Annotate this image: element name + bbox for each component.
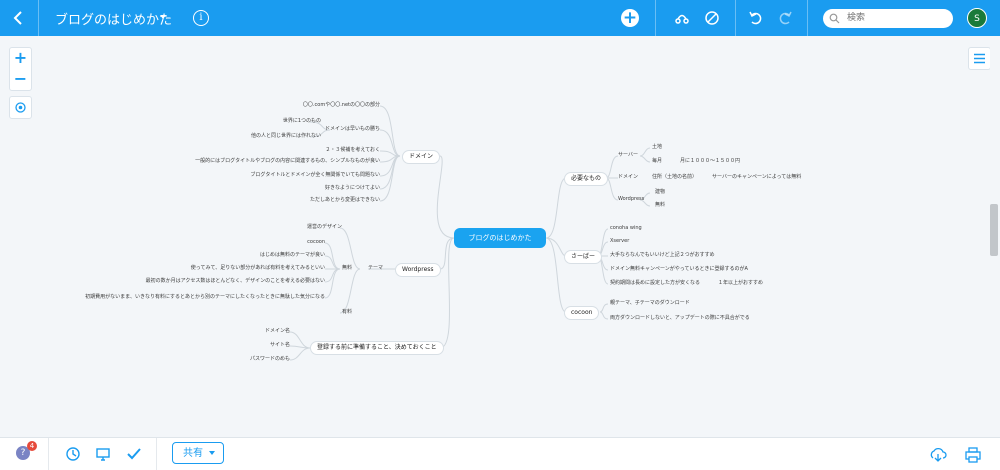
node-server-item[interactable]: conoha wing [610, 225, 642, 232]
no-style-icon[interactable] [703, 9, 721, 27]
node-server-item[interactable]: Xserver [610, 238, 629, 245]
scrollbar-thumb[interactable] [990, 204, 998, 256]
avatar[interactable]: S [967, 8, 987, 28]
node-wordpress-item[interactable]: 使ってみて、足りない部分があれば有料を考えてみるといい [191, 265, 325, 272]
redo-icon[interactable] [776, 9, 794, 27]
node-cocoon[interactable]: cocoon [564, 306, 600, 320]
node-domain-item[interactable]: ブログタイトルとドメインが全く無関係でいても問題ない [250, 172, 380, 179]
toolbar-divider [38, 0, 39, 36]
node-needs[interactable]: 必要なもの [564, 172, 609, 186]
node-domain-item[interactable]: ドメインは早いもの勝ち [325, 126, 380, 133]
top-toolbar: ブログのはじめかた i + S [0, 0, 1000, 36]
toolbar-divider [735, 0, 736, 36]
toolbar-divider [807, 0, 808, 36]
node-wordpress-item[interactable]: 最初の数か月はアクセス数はほとんどなく、デザインのことを考える必要はない [146, 278, 325, 285]
node-prep-item[interactable]: ドメイン名 [265, 328, 290, 335]
node-wordpress-needs[interactable]: Wordpress [618, 196, 644, 203]
info-icon[interactable]: i [193, 10, 209, 26]
search-input[interactable] [847, 10, 947, 26]
outline-menu-button[interactable] [968, 47, 991, 70]
node-wp-item[interactable]: 建物 [655, 189, 665, 196]
search-icon [829, 13, 840, 24]
presentation-icon[interactable] [95, 446, 111, 462]
node-domain-item[interactable]: 他の人と同じ世界には作れない [251, 133, 321, 140]
node-domain-item[interactable]: 世界に1つのもの [283, 118, 321, 125]
node-domain-note[interactable]: 住所（土地の名前） [652, 174, 697, 181]
center-map-button[interactable] [9, 96, 32, 119]
node-prep-item[interactable]: パスワードのめも [250, 356, 290, 363]
node-wp-item[interactable]: 無料 [655, 202, 665, 209]
zoom-in-button[interactable]: + [10, 48, 31, 69]
node-domain-needs[interactable]: ドメイン [618, 174, 638, 181]
node-wordpress-item[interactable]: 初期費用がないまま、いきなり有料にするとあとから別のテーマにしたくなったときに無… [85, 294, 325, 301]
node-cocoon-item[interactable]: 両方ダウンロードしないと、アップデートの際に不具合がでる [610, 315, 750, 322]
node-wordpress-item[interactable]: 運営のデザイン [307, 224, 342, 231]
node-server-item[interactable]: 大手ならなんでもいいけど上記２つがおすすめ [610, 252, 715, 259]
node-wordpress-item[interactable]: cocoon [307, 239, 325, 246]
node-paid[interactable]: 無料 [342, 265, 352, 272]
download-icon[interactable] [929, 446, 947, 464]
node-domain-item[interactable]: ２・３候補を考えておく [325, 147, 380, 154]
node-cost[interactable]: 毎月 [652, 158, 662, 165]
zoom-controls: + − [9, 47, 32, 91]
node-server-item[interactable]: １年以上がおすすめ [718, 280, 763, 287]
node-server-item[interactable]: 契約期間は長めに設定した方が安くなる [610, 280, 700, 287]
bottom-toolbar: ? 4 共有 [0, 437, 1000, 470]
node-prep-item[interactable]: サイト名 [270, 342, 290, 349]
toolbar-divider [48, 438, 49, 470]
node-free[interactable]: 有料 [342, 309, 352, 316]
node-cost-value[interactable]: 月に１０００〜１５００円 [680, 158, 740, 165]
node-domain-item[interactable]: 好きなようにつけてよい [325, 185, 380, 192]
toolbar-divider [156, 438, 157, 470]
node-server-needs[interactable]: サーバー [618, 152, 638, 159]
root-node[interactable]: ブログのはじめかた [454, 228, 546, 248]
mindmap-canvas[interactable]: ブログのはじめかた ドメイン 〇〇.comや〇〇.netの〇〇の部分 世界に1つ… [0, 36, 990, 437]
branch-connect-icon[interactable] [673, 9, 691, 27]
print-icon[interactable] [964, 446, 982, 464]
notification-badge: 4 [27, 441, 37, 451]
node-cocoon-item[interactable]: 親テーマ、子テーマのダウンロード [610, 300, 690, 307]
node-theme[interactable]: テーマ [368, 265, 383, 272]
node-rent[interactable]: 土地 [652, 144, 662, 151]
title-dropdown-icon[interactable] [160, 15, 166, 19]
add-node-button[interactable]: + [621, 9, 639, 27]
node-domain-campaign[interactable]: サーバーのキャンペーンによっては無料 [712, 174, 801, 181]
share-label: 共有 [183, 448, 203, 459]
back-icon[interactable] [10, 9, 28, 27]
share-dropdown-icon[interactable] [209, 451, 215, 455]
search-box[interactable] [823, 9, 953, 28]
node-wordpress-item[interactable]: はじめは無料のテーマが良い [260, 252, 325, 259]
menu-icon [974, 53, 985, 64]
target-icon [15, 102, 26, 113]
checkmark-icon[interactable] [126, 446, 142, 462]
node-prep[interactable]: 登録する前に準備すること、決めておくこと [310, 341, 444, 355]
node-server-item[interactable]: ドメイン無料キャンペーンがやっているときに登録するのがA [610, 266, 748, 273]
undo-icon[interactable] [747, 9, 765, 27]
share-button[interactable]: 共有 [172, 442, 224, 464]
node-server[interactable]: さーばー [564, 250, 603, 264]
node-domain[interactable]: ドメイン [402, 150, 441, 164]
history-icon[interactable] [65, 446, 81, 462]
map-title[interactable]: ブログのはじめかた [55, 9, 172, 28]
toolbar-divider [655, 0, 656, 36]
zoom-out-button[interactable]: − [10, 69, 31, 90]
node-wordpress[interactable]: Wordpress [395, 263, 441, 277]
node-domain-item[interactable]: ただしあとから変更はできない [310, 197, 380, 204]
node-domain-item[interactable]: 〇〇.comや〇〇.netの〇〇の部分 [303, 102, 380, 109]
node-domain-item[interactable]: 一般的にはブログタイトルやブログの内容に関連するもの、シンプルなものが良い [195, 158, 380, 165]
